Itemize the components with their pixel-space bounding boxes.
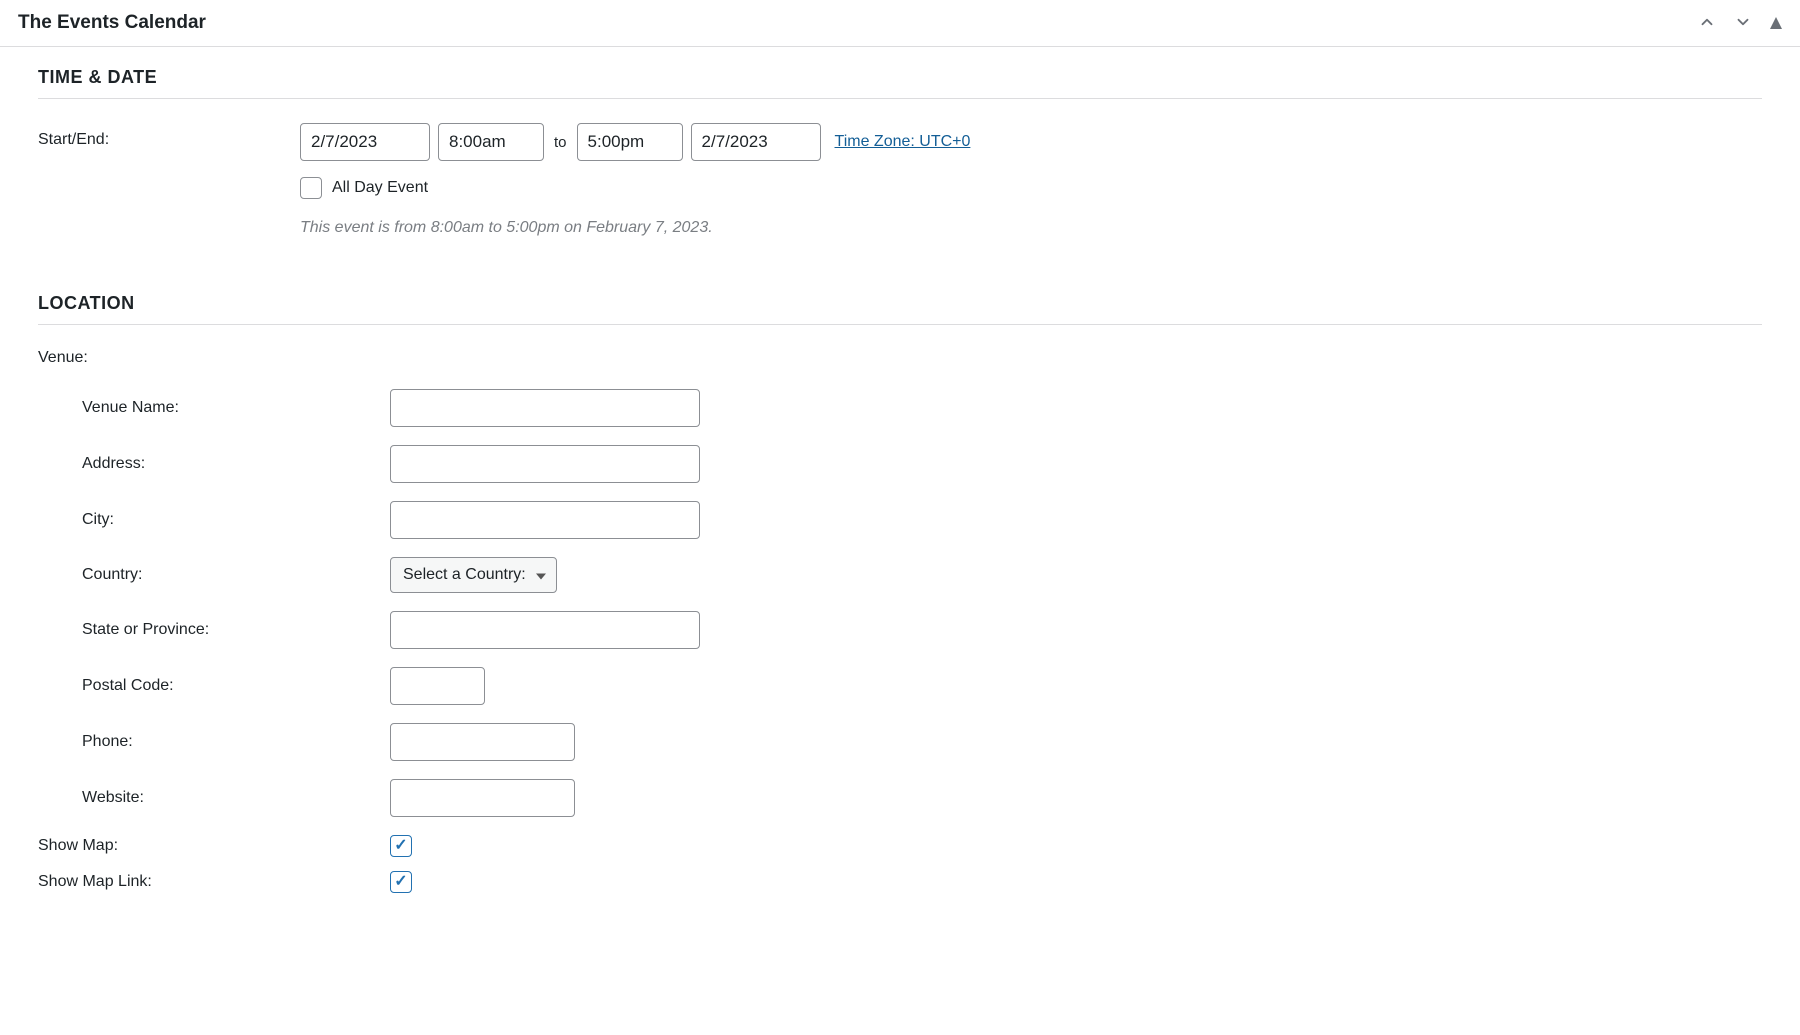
venue-name-row: Venue Name: [82, 389, 1762, 427]
postal-label: Postal Code: [82, 677, 390, 695]
end-time-input[interactable] [577, 123, 683, 161]
city-input[interactable] [390, 501, 700, 539]
event-summary-text: This event is from 8:00am to 5:00pm on F… [300, 219, 1762, 237]
state-input[interactable] [390, 611, 700, 649]
city-label: City: [82, 511, 390, 529]
all-day-checkbox[interactable] [300, 177, 322, 199]
address-input[interactable] [390, 445, 700, 483]
venue-fields: Venue Name: Address: City: Country: Sele… [38, 389, 1762, 817]
panel-title: The Events Calendar [18, 12, 206, 34]
timezone-link[interactable]: Time Zone: UTC+0 [835, 133, 971, 151]
postal-input[interactable] [390, 667, 485, 705]
start-date-input[interactable] [300, 123, 430, 161]
venue-name-label: Venue Name: [82, 399, 390, 417]
move-up-icon[interactable] [1698, 13, 1716, 34]
show-map-link-label: Show Map Link: [38, 873, 390, 891]
website-label: Website: [82, 789, 390, 807]
to-label: to [554, 134, 567, 151]
panel-content: TIME & DATE Start/End: to Time Zone: UTC… [0, 47, 1800, 937]
phone-label: Phone: [82, 733, 390, 751]
website-row: Website: [82, 779, 1762, 817]
section-heading-location: LOCATION [38, 293, 1762, 325]
end-date-input[interactable] [691, 123, 821, 161]
phone-input[interactable] [390, 723, 575, 761]
website-input[interactable] [390, 779, 575, 817]
start-end-label: Start/End: [38, 123, 300, 149]
address-label: Address: [82, 455, 390, 473]
show-map-link-row: Show Map Link: [38, 871, 1762, 893]
city-row: City: [82, 501, 1762, 539]
address-row: Address: [82, 445, 1762, 483]
country-select[interactable]: Select a Country: [390, 557, 557, 593]
country-row: Country: Select a Country: [82, 557, 1762, 593]
show-map-label: Show Map: [38, 837, 390, 855]
start-end-row: Start/End: to Time Zone: UTC+0 All Day E… [38, 123, 1762, 237]
country-label: Country: [82, 566, 390, 584]
state-label: State or Province: [82, 621, 390, 639]
section-heading-time-date: TIME & DATE [38, 67, 1762, 99]
venue-label: Venue: [38, 349, 1762, 367]
postal-row: Postal Code: [82, 667, 1762, 705]
show-map-row: Show Map: [38, 835, 1762, 857]
show-map-checkbox[interactable] [390, 835, 412, 857]
toggle-panel-icon[interactable] [1770, 14, 1782, 32]
panel-controls [1698, 13, 1782, 34]
move-down-icon[interactable] [1734, 13, 1752, 34]
venue-name-input[interactable] [390, 389, 700, 427]
state-row: State or Province: [82, 611, 1762, 649]
phone-row: Phone: [82, 723, 1762, 761]
show-map-link-checkbox[interactable] [390, 871, 412, 893]
start-time-input[interactable] [438, 123, 544, 161]
country-selected-text: Select a Country: [403, 566, 526, 584]
panel-header: The Events Calendar [0, 0, 1800, 47]
all-day-label: All Day Event [332, 179, 428, 197]
